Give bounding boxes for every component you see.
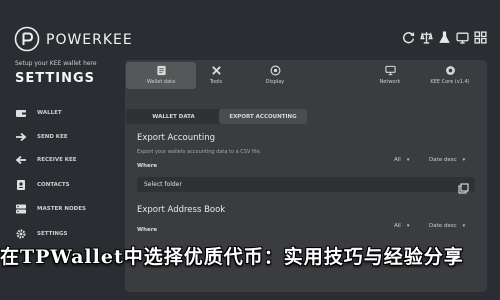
sort-select-value: Date desc bbox=[429, 223, 457, 229]
overlay-banner-text: 在TPWallet中选择优质代币：实用技巧与经验分享 bbox=[0, 246, 464, 268]
export-accounting-title: Export Accounting bbox=[137, 133, 215, 143]
tab-display[interactable]: Display bbox=[240, 62, 310, 89]
wallet-data-icon bbox=[156, 65, 166, 76]
tab-label: Network bbox=[379, 79, 401, 85]
chevron-down-icon: ▾ bbox=[462, 157, 466, 163]
network-icon bbox=[384, 65, 396, 76]
master-nodes-icon bbox=[14, 202, 28, 216]
tab-label: Wallet data bbox=[146, 79, 176, 85]
chevron-down-icon: ▾ bbox=[462, 223, 466, 229]
sidebar-item-label: SETTINGS bbox=[37, 231, 68, 237]
subtab-wallet-data[interactable]: WALLET DATA bbox=[126, 109, 221, 124]
chevron-down-icon: ▾ bbox=[406, 223, 410, 229]
flask-icon[interactable] bbox=[437, 29, 452, 45]
where-label: Where bbox=[137, 163, 158, 169]
filter-select-value: All bbox=[394, 223, 401, 229]
folder-picker[interactable]: Select folder bbox=[137, 177, 475, 194]
filter-select-value: All bbox=[394, 157, 401, 163]
page-title: SETTINGS bbox=[15, 71, 96, 86]
sort-select[interactable]: Date desc ▾ bbox=[429, 223, 465, 229]
filter-select[interactable]: All ▾ bbox=[394, 157, 409, 163]
receive-icon bbox=[14, 153, 28, 167]
folder-picker-text: Select folder bbox=[144, 181, 182, 188]
filter-select[interactable]: All ▾ bbox=[394, 223, 409, 229]
grid-icon[interactable] bbox=[473, 29, 488, 45]
sidebar-item-label: RECEIVE KEE bbox=[37, 157, 77, 163]
copy-icon[interactable] bbox=[458, 179, 469, 194]
wallet-icon bbox=[14, 106, 28, 120]
sidebar-item-master-nodes[interactable]: MASTER NODES bbox=[14, 200, 114, 218]
sidebar-item-contacts[interactable]: CONTACTS bbox=[14, 176, 114, 194]
display-icon bbox=[270, 65, 280, 76]
sidebar-item-label: SEND KEE bbox=[37, 134, 68, 140]
sidebar-item-label: CONTACTS bbox=[37, 182, 70, 188]
subtab-export-accounting[interactable]: EXPORT ACCOUNTING bbox=[219, 109, 307, 124]
where-label: Where bbox=[137, 227, 158, 233]
tab-kee-core[interactable]: KEE Core (v1.4) bbox=[415, 62, 485, 89]
export-accounting-description: Export your wallets accounting data to a… bbox=[137, 149, 262, 155]
gear-icon bbox=[14, 227, 28, 241]
sidebar-item-label: WALLET bbox=[37, 110, 62, 116]
sync-icon[interactable] bbox=[401, 29, 416, 45]
monitor-icon[interactable] bbox=[455, 29, 470, 45]
sidebar-item-label: MASTER NODES bbox=[37, 206, 86, 212]
brand-name: POWERKEE bbox=[46, 32, 133, 48]
send-icon bbox=[14, 130, 28, 144]
setup-subtitle: Setup your KEE wallet here bbox=[15, 60, 97, 67]
sidebar-item-receive-kee[interactable]: RECEIVE KEE bbox=[14, 151, 114, 169]
sidebar-item-wallet[interactable]: WALLET bbox=[14, 104, 114, 122]
tab-label: Tools bbox=[209, 79, 223, 85]
sort-select-value: Date desc bbox=[429, 157, 457, 163]
chevron-down-icon: ▾ bbox=[406, 157, 410, 163]
sidebar-item-send-kee[interactable]: SEND KEE bbox=[14, 128, 114, 146]
tab-label: KEE Core (v1.4) bbox=[430, 79, 470, 85]
header-toolbar bbox=[401, 29, 488, 45]
contacts-icon bbox=[14, 178, 28, 192]
tab-label: Display bbox=[265, 79, 285, 85]
core-icon bbox=[445, 66, 455, 75]
tools-icon bbox=[211, 66, 221, 75]
scale-icon[interactable] bbox=[419, 29, 434, 45]
sidebar-item-settings[interactable]: SETTINGS bbox=[14, 225, 114, 243]
powerkee-logo bbox=[14, 26, 40, 52]
sort-select[interactable]: Date desc ▾ bbox=[429, 157, 465, 163]
export-address-book-title: Export Address Book bbox=[137, 205, 226, 215]
